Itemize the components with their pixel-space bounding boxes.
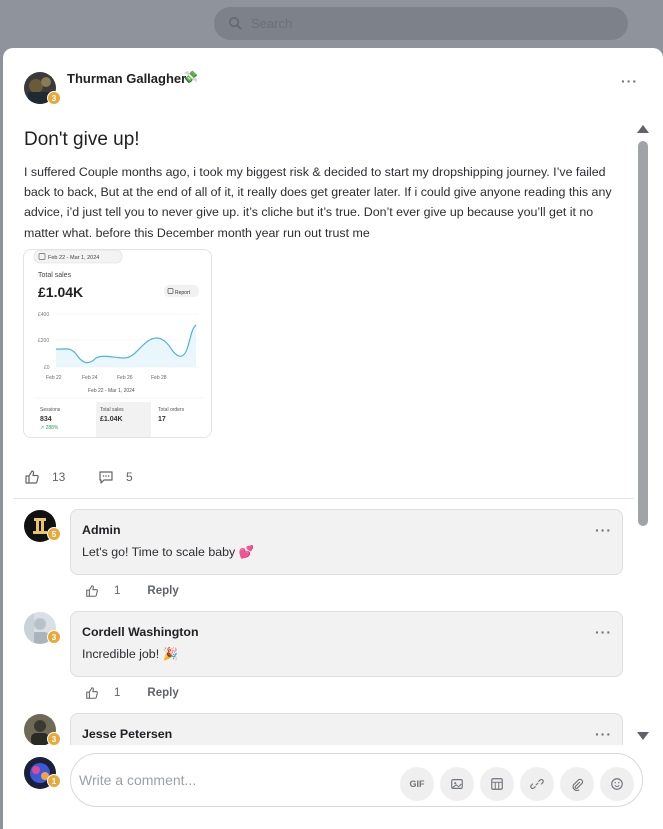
comment-text: Let's go! Time to scale baby 💕 bbox=[82, 545, 255, 559]
comment-menu-button[interactable]: ··· bbox=[595, 727, 612, 741]
post-menu-button[interactable]: ··· bbox=[621, 74, 638, 88]
author-emoji: 💸 bbox=[183, 70, 198, 84]
attachment-metric-value: £1.04K bbox=[38, 284, 83, 300]
x-tick: Feb 26 bbox=[117, 375, 133, 381]
comment-author[interactable]: Admin bbox=[82, 523, 121, 537]
sessions-change: ↗ 288% bbox=[40, 425, 59, 431]
comment-like-count: 1 bbox=[114, 585, 121, 597]
comment-level-badge: 5 bbox=[47, 527, 61, 541]
sales-label: Total sales bbox=[100, 407, 124, 413]
y-tick: £400 bbox=[38, 312, 49, 318]
current-user-level-badge: 1 bbox=[47, 774, 61, 788]
attachment-date-range: Feb 22 - Mar 1, 2024 bbox=[48, 255, 99, 261]
orders-value: 17 bbox=[158, 416, 166, 423]
scrollbar-thumb[interactable] bbox=[638, 141, 648, 526]
sessions-value: 834 bbox=[40, 416, 52, 423]
x-tick: Feb 28 bbox=[151, 375, 167, 381]
author-level-badge: 3 bbox=[47, 91, 61, 105]
y-tick: £0 bbox=[44, 365, 50, 371]
x-tick: Feb 24 bbox=[82, 375, 98, 381]
orders-label: Total orders bbox=[158, 407, 185, 413]
thumbs-up-icon bbox=[25, 470, 39, 484]
link-button[interactable] bbox=[520, 767, 554, 801]
paperclip-icon bbox=[572, 778, 584, 791]
top-bar: Search bbox=[0, 0, 663, 48]
y-tick: £200 bbox=[38, 338, 49, 344]
comment-composer: 1 Write a comment... GIF bbox=[3, 745, 663, 829]
smiley-icon bbox=[611, 778, 623, 790]
comment-text: Incredible job! 🎉 bbox=[82, 647, 179, 661]
video-button[interactable] bbox=[480, 767, 514, 801]
emoji-button[interactable] bbox=[600, 767, 634, 801]
scroll-up-arrow[interactable] bbox=[637, 125, 649, 133]
reply-button[interactable]: Reply bbox=[147, 585, 178, 597]
post-modal: 3 Thurman Gallagher 💸 ··· Don't give up!… bbox=[3, 48, 663, 829]
attachment-button[interactable] bbox=[560, 767, 594, 801]
post-title: Don't give up! bbox=[24, 129, 140, 150]
comment-like-count: 1 bbox=[114, 687, 121, 699]
attachment-metric-label: Total sales bbox=[38, 272, 72, 279]
comment-author[interactable]: Cordell Washington bbox=[82, 625, 199, 639]
author-name[interactable]: Thurman Gallagher bbox=[67, 71, 186, 86]
search-bar[interactable]: Search bbox=[214, 7, 628, 40]
post-comment-count: 5 bbox=[126, 470, 133, 484]
comment-box: Cordell Washington Incredible job! 🎉 ··· bbox=[70, 611, 623, 677]
comment-actions: 1 Reply bbox=[85, 584, 179, 598]
film-icon bbox=[491, 778, 503, 790]
post-like-count: 13 bbox=[52, 470, 66, 484]
comment-icon bbox=[99, 471, 113, 484]
comment-menu-button[interactable]: ··· bbox=[595, 523, 612, 537]
attachment-caption: Feb 22 - Mar 1, 2024 bbox=[88, 388, 135, 394]
link-icon bbox=[530, 779, 544, 789]
x-tick: Feb 22 bbox=[46, 375, 62, 381]
search-icon bbox=[228, 16, 242, 30]
image-button[interactable] bbox=[440, 767, 474, 801]
divider bbox=[13, 498, 634, 499]
attachment-report-label: Report bbox=[175, 290, 191, 296]
search-placeholder: Search bbox=[251, 16, 293, 31]
post-comment-button[interactable]: 5 bbox=[98, 469, 133, 485]
comment-input[interactable]: Write a comment... GIF bbox=[70, 753, 643, 807]
gif-button[interactable]: GIF bbox=[400, 767, 434, 801]
image-icon bbox=[451, 779, 463, 789]
thumbs-up-icon[interactable] bbox=[85, 584, 99, 598]
reply-button[interactable]: Reply bbox=[147, 687, 178, 699]
post-like-button[interactable]: 13 bbox=[24, 469, 65, 485]
post-body: I suffered Couple months ago, i took my … bbox=[24, 165, 612, 240]
comment-level-badge: 3 bbox=[47, 732, 61, 746]
gif-label: GIF bbox=[409, 779, 425, 789]
comment-placeholder: Write a comment... bbox=[79, 772, 197, 788]
comment-menu-button[interactable]: ··· bbox=[595, 625, 612, 639]
comment-author[interactable]: Jesse Petersen bbox=[82, 727, 172, 741]
sales-value: £1.04K bbox=[100, 416, 123, 423]
scroll-down-arrow[interactable] bbox=[637, 732, 649, 740]
sessions-label: Sessions bbox=[40, 407, 61, 413]
thumbs-up-icon[interactable] bbox=[85, 686, 99, 700]
post-attachment-image[interactable]: Feb 22 - Mar 1, 2024 Total sales £1.04K … bbox=[23, 249, 212, 438]
comment-box: Admin Let's go! Time to scale baby 💕 ··· bbox=[70, 509, 623, 575]
comment-level-badge: 3 bbox=[47, 630, 61, 644]
comment-actions: 1 Reply bbox=[85, 686, 179, 700]
